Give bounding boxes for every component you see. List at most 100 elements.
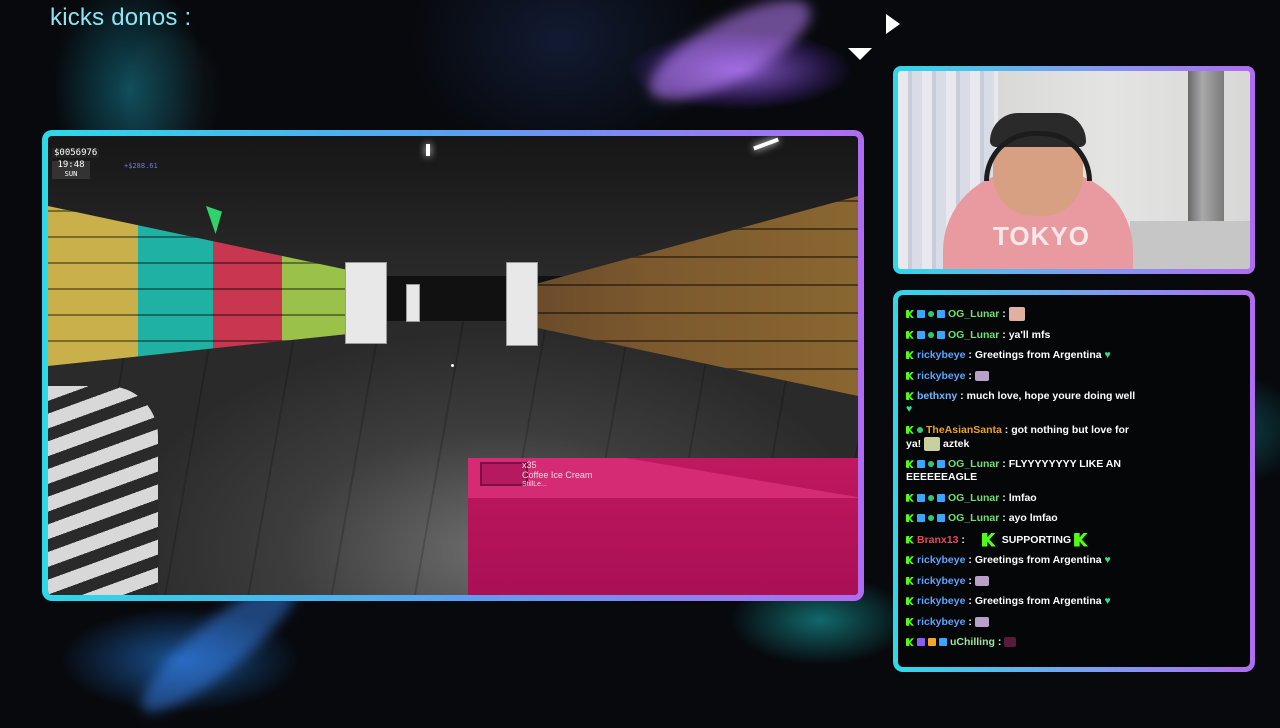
chat-text: SUPPORTING	[1001, 533, 1072, 546]
crosshair	[451, 364, 454, 367]
badge-icon	[937, 514, 945, 523]
kick-badge-icon	[906, 460, 914, 469]
emote-icon	[974, 616, 989, 627]
chat-text-extra: aztek	[943, 437, 970, 450]
chat-username[interactable]: rickybeye	[917, 595, 965, 607]
chat-separator: :	[958, 533, 968, 546]
badge-icon	[928, 311, 934, 317]
chat-separator: :	[957, 390, 967, 402]
chat-username[interactable]: uChilling	[950, 636, 995, 648]
chat-username[interactable]: rickybeye	[917, 616, 965, 628]
emote-icon	[974, 575, 989, 586]
box-name: Coffee Ice Cream	[522, 470, 593, 480]
kick-badge-icon	[906, 493, 914, 502]
badge-icon	[937, 330, 945, 339]
badge-icon	[937, 460, 945, 469]
game-capture-frame: x35 Coffee Ice Cream StillLe... $0056976…	[42, 130, 864, 601]
chat-separator: :	[965, 595, 975, 607]
chat-message: OG_Lunar : lmfao	[906, 492, 1136, 505]
page-title: kicks donos :	[50, 4, 192, 31]
badge-icon	[937, 310, 945, 318]
chat-separator: :	[999, 328, 1009, 341]
hud-delta: +$288.61	[124, 162, 158, 170]
chat-list: OG_Lunar : OG_Lunar : ya'll mfs rickybey…	[906, 307, 1136, 657]
chat-username[interactable]: bethxny	[917, 390, 957, 402]
kick-emote-icon	[1074, 532, 1089, 547]
player-arm	[48, 386, 158, 595]
hud-money: $0056976	[52, 148, 100, 158]
chat-username[interactable]: OG_Lunar	[948, 308, 999, 320]
chat-text: Greetings from Argentina	[974, 595, 1102, 607]
chat-text: much love, hope youre doing well	[966, 390, 1136, 402]
chat-username[interactable]: OG_Lunar	[948, 458, 999, 470]
kick-badge-icon	[906, 514, 914, 523]
chat-frame: OG_Lunar : OG_Lunar : ya'll mfs rickybey…	[893, 290, 1255, 672]
chat-username[interactable]: rickybeye	[917, 370, 965, 382]
kick-badge-icon	[906, 638, 914, 647]
heart-icon: ♥	[1104, 349, 1111, 361]
badge-icon	[928, 331, 934, 338]
fridge	[406, 284, 420, 322]
badge-icon	[917, 426, 923, 433]
badge-icon	[928, 515, 934, 522]
box-sub: StillLe...	[522, 481, 547, 488]
badge-icon	[928, 638, 936, 647]
chat-separator: :	[965, 349, 975, 361]
kick-badge-icon	[906, 597, 914, 606]
chat-username[interactable]: OG_Lunar	[948, 329, 999, 341]
chat-separator: :	[965, 615, 975, 628]
kick-badge-icon	[906, 425, 914, 434]
chat-message: OG_Lunar :	[906, 307, 1136, 321]
emote-icon	[924, 436, 941, 451]
chat-username[interactable]: OG_Lunar	[948, 512, 999, 524]
badge-icon	[917, 330, 925, 339]
chat-message: bethxny : much love, hope youre doing we…	[906, 390, 1136, 416]
chat-text: Greetings from Argentina	[974, 554, 1102, 566]
chat-message: rickybeye :	[906, 616, 1136, 629]
chat-username[interactable]: OG_Lunar	[948, 492, 999, 504]
kick-badge-icon	[906, 330, 914, 339]
heart-icon: ♥	[906, 403, 913, 415]
chat-message: rickybeye : Greetings from Argentina ♥	[906, 349, 1136, 362]
play-arrow-icon	[886, 14, 900, 34]
kick-emote-icon	[981, 532, 996, 547]
chat-text: ya'll mfs	[1008, 328, 1051, 341]
badge-icon	[917, 638, 925, 647]
chat-message: uChilling :	[906, 636, 1136, 649]
kick-badge-icon	[906, 617, 914, 626]
fridge	[345, 262, 387, 344]
chat-username[interactable]: Branx13	[917, 533, 958, 545]
chat-separator: :	[994, 636, 1005, 648]
chat-username[interactable]: TheAsianSanta	[926, 424, 1002, 436]
badge-icon	[928, 461, 934, 468]
emote-icon	[974, 370, 989, 381]
box-count: x35	[522, 460, 537, 470]
kick-badge-icon	[906, 310, 914, 318]
triangle-icon	[848, 48, 872, 60]
hud-clock: 19:48 SUN	[52, 161, 90, 179]
badge-icon	[917, 460, 925, 469]
game-hud: $0056976 19:48 SUN +$288.61	[52, 140, 158, 179]
kick-badge-icon	[906, 535, 914, 544]
chat-separator: :	[999, 458, 1009, 470]
heart-icon: ♥	[1104, 595, 1111, 607]
hud-day: SUN	[64, 170, 78, 178]
emote-icon	[1008, 307, 1025, 321]
badge-icon	[939, 638, 947, 647]
chat-username[interactable]: rickybeye	[917, 554, 965, 566]
chat-username[interactable]: rickybeye	[917, 349, 965, 361]
chat-separator: :	[1001, 423, 1012, 436]
box-label	[480, 462, 528, 486]
badge-icon	[917, 514, 925, 523]
chat-text: lmfao	[1008, 491, 1037, 504]
chat-message: rickybeye :	[906, 370, 1136, 383]
ceiling-lamp	[426, 144, 430, 156]
chat-separator: :	[999, 491, 1009, 504]
chat-message: rickybeye : Greetings from Argentina ♥	[906, 595, 1136, 608]
badge-icon	[917, 493, 925, 502]
chat-text: Greetings from Argentina	[974, 349, 1102, 361]
chat-message: OG_Lunar : ayo lmfao	[906, 512, 1136, 525]
kick-badge-icon	[906, 556, 914, 565]
chat-username[interactable]: rickybeye	[917, 575, 965, 587]
kick-badge-icon	[906, 371, 914, 380]
